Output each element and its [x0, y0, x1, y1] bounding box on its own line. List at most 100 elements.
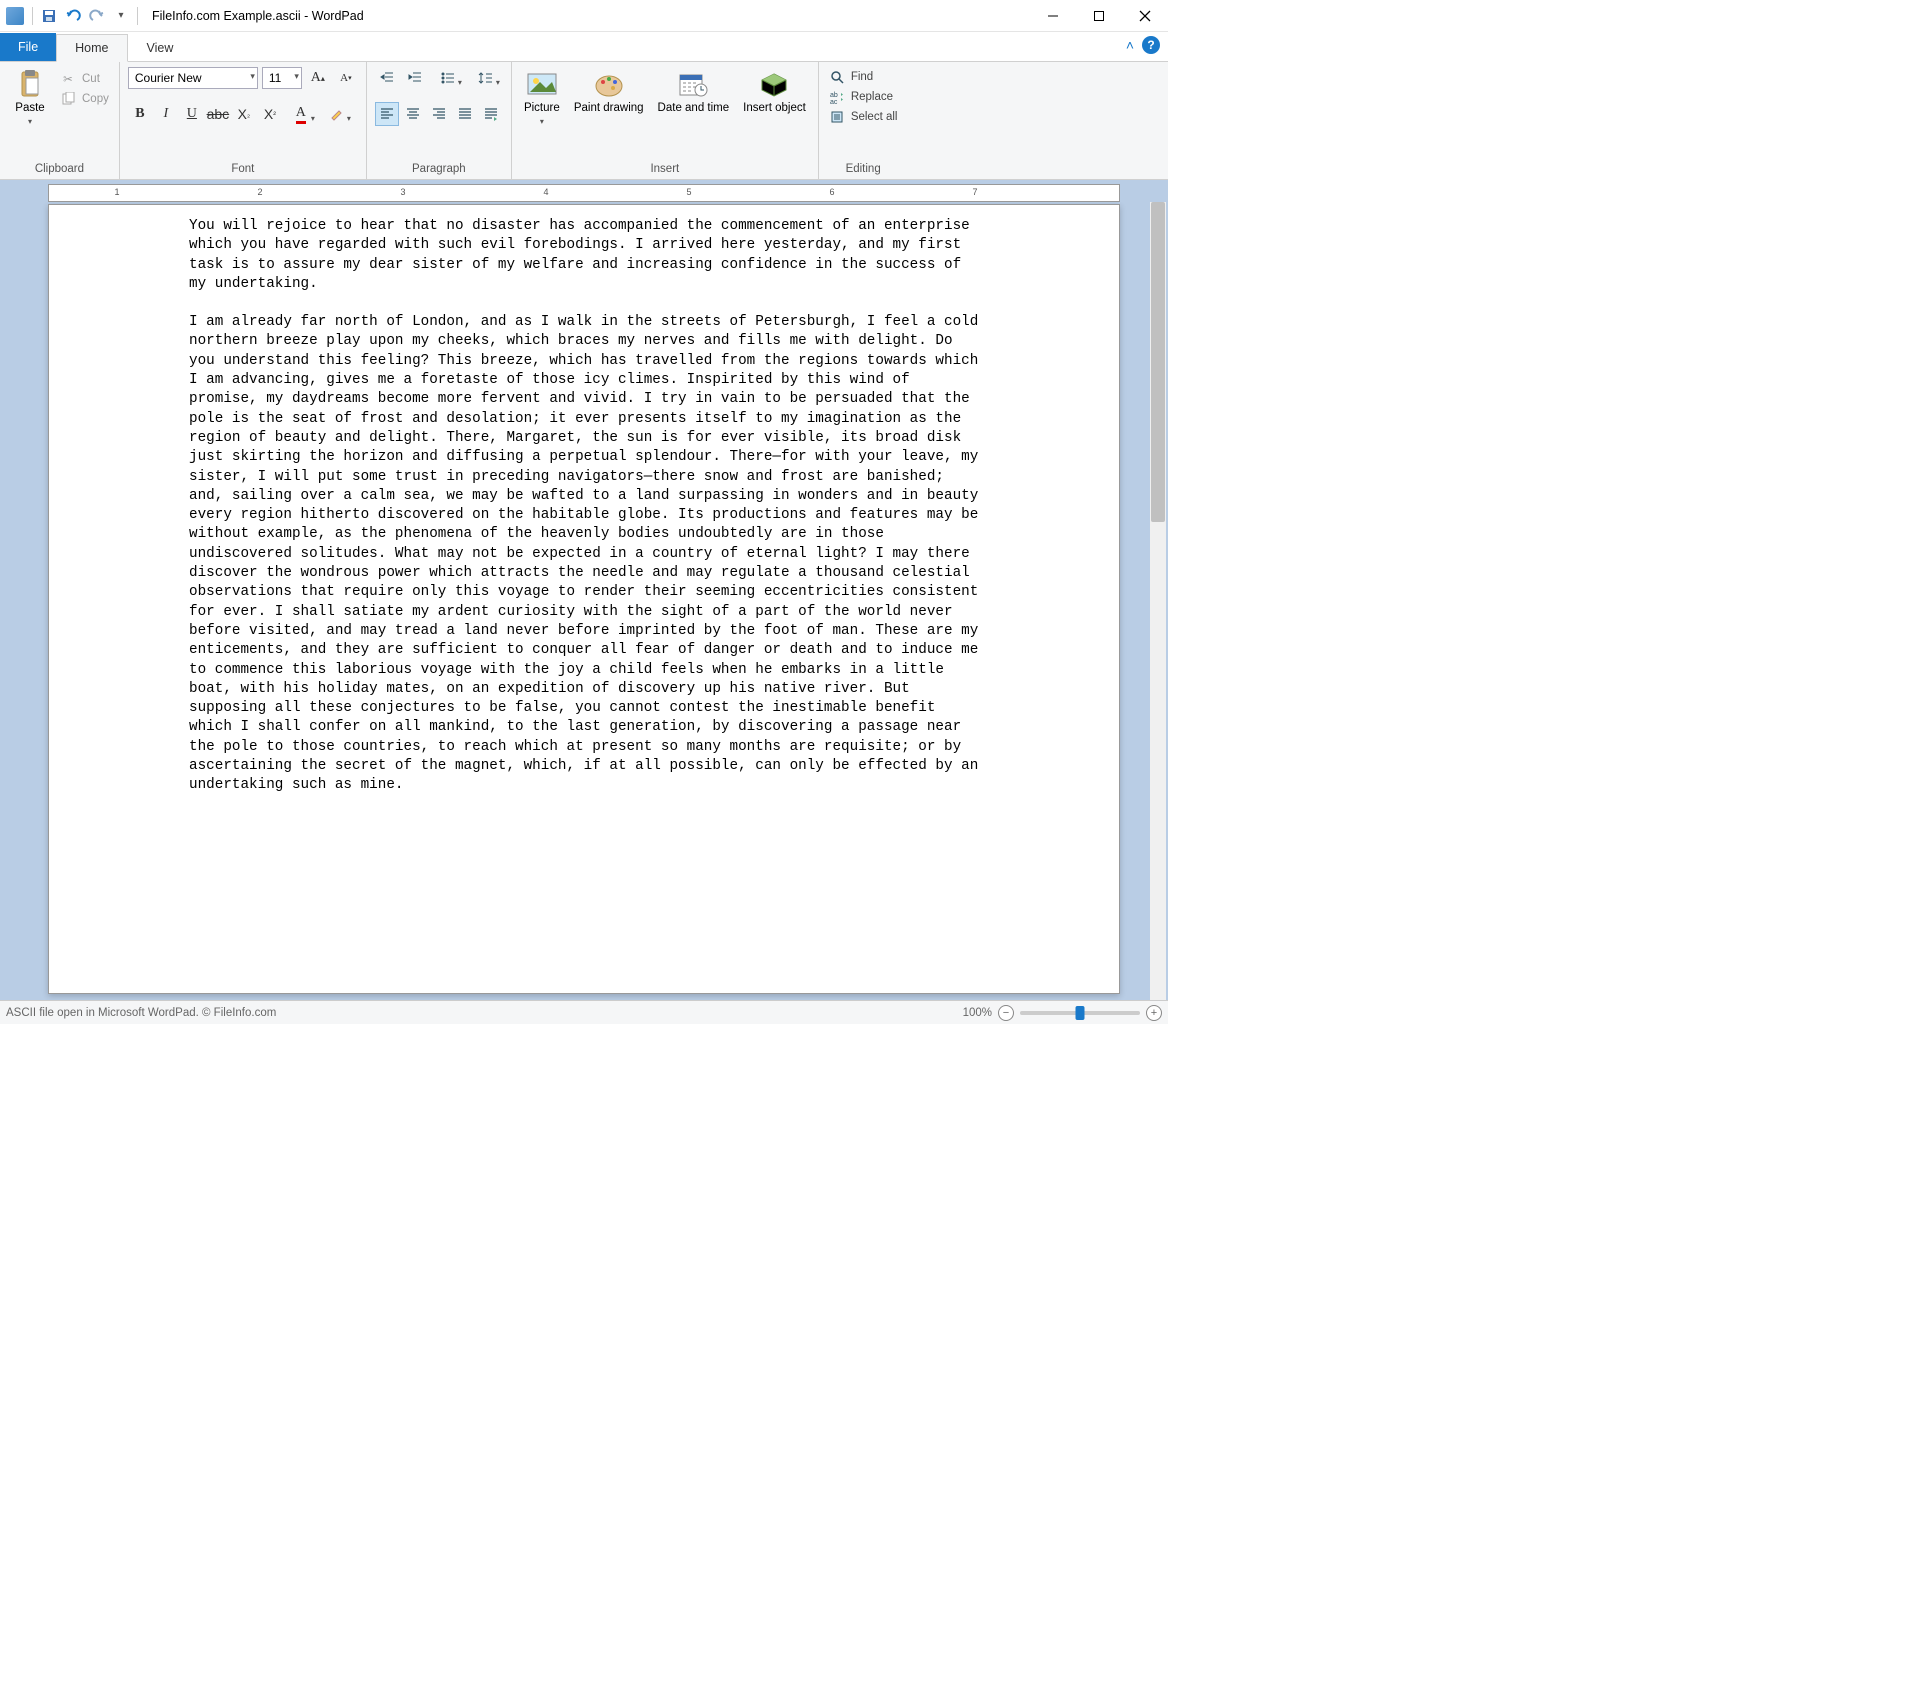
save-icon: [41, 8, 57, 24]
align-left-button[interactable]: [375, 102, 399, 126]
undo-button[interactable]: [62, 5, 84, 27]
datetime-icon: [677, 68, 709, 100]
select-all-icon: [829, 109, 845, 125]
statusbar: ASCII file open in Microsoft WordPad. © …: [0, 1000, 1168, 1024]
zoom-in-button[interactable]: +: [1146, 1005, 1162, 1021]
paste-icon: [14, 68, 46, 100]
paint-button[interactable]: Paint drawing: [570, 66, 648, 117]
document-paragraph-2[interactable]: I am already far north of London, and as…: [189, 313, 979, 795]
copy-icon: [60, 91, 76, 107]
ribbon: Paste ▾ ✂ Cut Copy Clipboard Co: [0, 62, 1168, 180]
font-size-select[interactable]: 11▾: [262, 67, 302, 89]
paste-button[interactable]: Paste ▾: [8, 66, 52, 128]
find-button[interactable]: Find: [827, 68, 900, 86]
document-page[interactable]: You will rejoice to hear that no disaste…: [48, 204, 1120, 994]
object-icon: [758, 68, 790, 100]
maximize-button[interactable]: [1076, 0, 1122, 32]
group-font: Courier New▾ 11▾ A▴ A▾ B I U abc X₂ X² A…: [120, 62, 367, 179]
qat-customize[interactable]: ▾: [110, 5, 132, 27]
save-button[interactable]: [38, 5, 60, 27]
undo-icon: [65, 8, 81, 24]
bold-button[interactable]: B: [128, 102, 152, 126]
zoom-out-button[interactable]: −: [998, 1005, 1014, 1021]
line-spacing-button[interactable]: [469, 66, 503, 90]
group-insert: Picture ▾ Paint drawing Date and time In…: [512, 62, 819, 179]
redo-icon: [89, 8, 105, 24]
group-label-clipboard: Clipboard: [8, 161, 111, 177]
maximize-icon: [1093, 10, 1105, 22]
subscript-button[interactable]: X₂: [232, 102, 256, 126]
help-button[interactable]: ?: [1142, 36, 1160, 54]
cut-button[interactable]: ✂ Cut: [58, 70, 111, 88]
tab-file[interactable]: File: [0, 33, 56, 61]
align-justify-button[interactable]: [453, 102, 477, 126]
align-left-icon: [379, 106, 395, 122]
close-button[interactable]: [1122, 0, 1168, 32]
align-center-button[interactable]: [401, 102, 425, 126]
superscript-button[interactable]: X²: [258, 102, 282, 126]
group-editing: Find abac Replace Select all Editing: [819, 62, 908, 179]
svg-text:ac: ac: [830, 99, 838, 104]
line-spacing-icon: [478, 70, 494, 86]
font-color-button[interactable]: A: [284, 102, 318, 126]
window-title: FileInfo.com Example.ascii - WordPad: [152, 9, 1030, 23]
scrollbar-thumb[interactable]: [1151, 202, 1165, 522]
replace-button[interactable]: abac Replace: [827, 88, 900, 106]
ruler[interactable]: 1 2 3 4 5 6 7: [48, 184, 1120, 202]
chevron-down-icon: ▾: [294, 71, 299, 82]
copy-button[interactable]: Copy: [58, 90, 111, 108]
align-justify-icon: [457, 106, 473, 122]
minimize-icon: [1047, 10, 1059, 22]
redo-button[interactable]: [86, 5, 108, 27]
minimize-button[interactable]: [1030, 0, 1076, 32]
strikethrough-button[interactable]: abc: [206, 102, 230, 126]
document-paragraph-1[interactable]: You will rejoice to hear that no disaste…: [189, 217, 979, 294]
app-icon: [6, 7, 24, 25]
group-paragraph: Paragraph: [367, 62, 512, 179]
align-center-icon: [405, 106, 421, 122]
paragraph-dialog-button[interactable]: [479, 102, 503, 126]
replace-icon: abac: [829, 89, 845, 105]
italic-button[interactable]: I: [154, 102, 178, 126]
tab-home[interactable]: Home: [56, 34, 127, 62]
group-label-editing: Editing: [827, 161, 900, 177]
tab-view[interactable]: View: [128, 33, 193, 61]
group-label-paragraph: Paragraph: [375, 161, 503, 177]
document-area: 1 2 3 4 5 6 7 You will rejoice to hear t…: [0, 180, 1168, 1000]
svg-text:ab: ab: [830, 92, 838, 99]
picture-button[interactable]: Picture ▾: [520, 66, 564, 128]
group-label-font: Font: [128, 161, 358, 177]
group-label-insert: Insert: [520, 161, 810, 177]
chevron-down-icon: ▾: [250, 71, 255, 82]
picture-icon: [526, 68, 558, 100]
datetime-button[interactable]: Date and time: [654, 66, 734, 117]
select-all-button[interactable]: Select all: [827, 108, 900, 126]
list-button[interactable]: [431, 66, 465, 90]
zoom-slider-thumb[interactable]: [1076, 1006, 1085, 1020]
paragraph-icon: [483, 106, 499, 122]
align-right-button[interactable]: [427, 102, 451, 126]
close-icon: [1139, 10, 1151, 22]
highlighter-icon: [329, 106, 345, 122]
bullets-icon: [440, 70, 456, 86]
group-clipboard: Paste ▾ ✂ Cut Copy Clipboard: [0, 62, 120, 179]
increase-indent-button[interactable]: [403, 66, 427, 90]
highlight-button[interactable]: [320, 102, 354, 126]
find-icon: [829, 69, 845, 85]
decrease-indent-button[interactable]: [375, 66, 399, 90]
outdent-icon: [379, 70, 395, 86]
collapse-ribbon-icon[interactable]: ˄: [1126, 37, 1134, 53]
zoom-slider[interactable]: [1020, 1011, 1140, 1015]
underline-button[interactable]: U: [180, 102, 204, 126]
cut-icon: ✂: [60, 71, 76, 87]
paint-icon: [593, 68, 625, 100]
ribbon-tabs: File Home View ˄ ?: [0, 32, 1168, 62]
titlebar: ▾ FileInfo.com Example.ascii - WordPad: [0, 0, 1168, 32]
font-family-select[interactable]: Courier New▾: [128, 67, 258, 89]
zoom-level: 100%: [963, 1007, 992, 1019]
vertical-scrollbar[interactable]: [1150, 202, 1166, 1000]
insert-object-button[interactable]: Insert object: [739, 66, 810, 117]
grow-font-button[interactable]: A▴: [306, 66, 330, 90]
indent-icon: [407, 70, 423, 86]
shrink-font-button[interactable]: A▾: [334, 66, 358, 90]
